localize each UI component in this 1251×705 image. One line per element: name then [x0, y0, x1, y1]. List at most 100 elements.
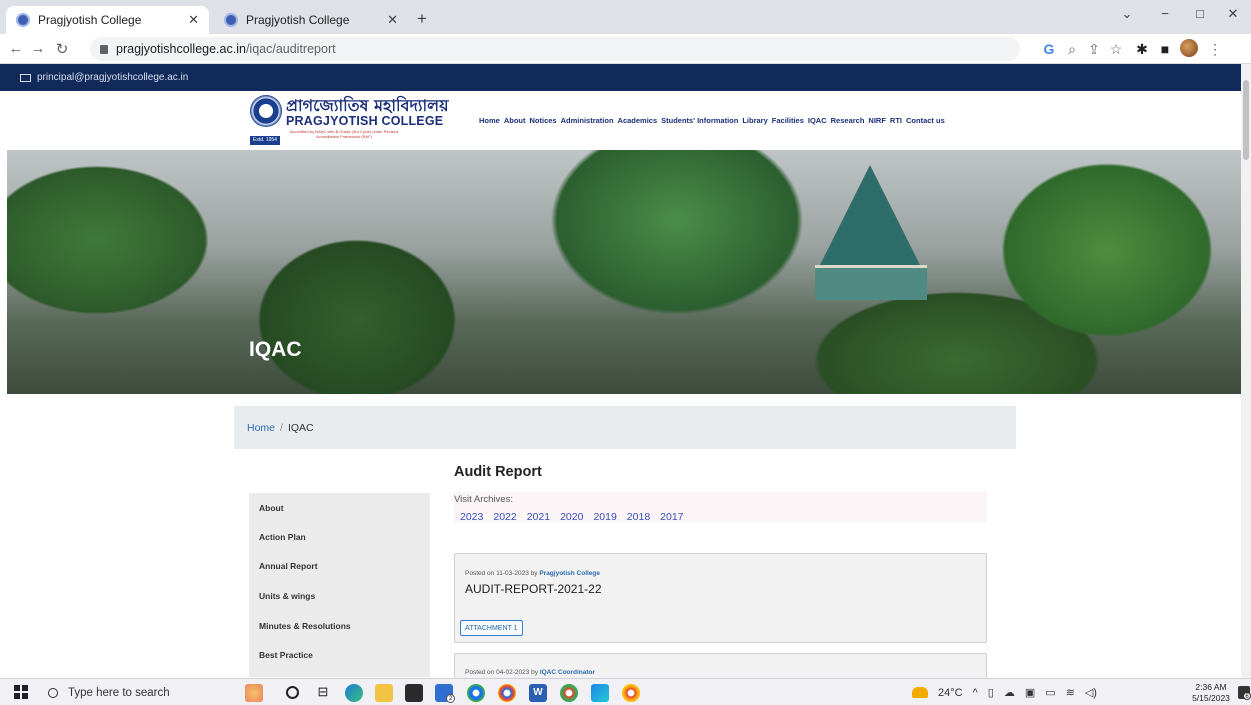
taskbar-search-input[interactable]: Type here to search	[44, 682, 229, 703]
nav-library[interactable]: Library	[742, 116, 767, 125]
college-emblem-icon[interactable]	[250, 95, 282, 127]
attachment-button[interactable]: ATTACHMENT 1	[460, 620, 523, 636]
post-date: Posted on 11-03-2023 by	[465, 570, 540, 577]
post-title: AUDIT-REPORT-2021-22	[465, 582, 602, 596]
url-input[interactable]: pragjyotishcollege.ac.in/iqac/auditrepor…	[90, 37, 1020, 61]
profile-avatar[interactable]	[1180, 39, 1198, 57]
address-bar-row: ← → ↻ pragjyotishcollege.ac.in/iqac/audi…	[0, 34, 1251, 64]
browser-tab-active[interactable]: Pragjyotish College ✕	[6, 6, 209, 34]
tray-expand-icon[interactable]: ^	[973, 687, 978, 699]
nav-home[interactable]: Home	[479, 116, 500, 125]
chrome-icon[interactable]	[498, 684, 516, 702]
zoom-icon[interactable]: ⌕	[1063, 41, 1081, 58]
nav-administration[interactable]: Administration	[561, 116, 614, 125]
nav-facilities[interactable]: Facilities	[772, 116, 804, 125]
chrome-profile-icon[interactable]	[467, 684, 485, 702]
post-author-link[interactable]: IQAC Coordinator	[540, 669, 595, 676]
search-icon	[48, 687, 58, 698]
college-favicon-icon	[16, 13, 30, 27]
logo-english-name[interactable]: PRAGJYOTISH COLLEGE	[286, 114, 443, 128]
side-item-annual-report[interactable]: Annual Report	[259, 561, 318, 571]
mail-icon	[20, 73, 31, 82]
weather-temp[interactable]: 24°C	[938, 687, 963, 699]
share-icon[interactable]: ⇪	[1085, 41, 1103, 58]
site-top-bar: principal@pragjyotishcollege.ac.in	[0, 64, 1241, 91]
chrome-icon-3[interactable]	[622, 684, 640, 702]
nav-notices[interactable]: Notices	[530, 116, 557, 125]
archive-year-link[interactable]: 2020	[560, 511, 583, 523]
college-favicon-icon	[224, 13, 238, 27]
nav-students-information[interactable]: Students' Information	[661, 116, 738, 125]
archives-label: Visit Archives:	[454, 494, 513, 505]
main-nav: Home About Notices Administration Academ…	[479, 116, 945, 125]
clock-time: 2:36 AM	[1195, 682, 1227, 692]
archive-year-link[interactable]: 2018	[627, 511, 650, 523]
scrollbar-thumb[interactable]	[1243, 80, 1249, 160]
nav-contact-us[interactable]: Contact us	[906, 116, 945, 125]
hero-banner-image	[7, 150, 1241, 394]
news-widget-icon[interactable]	[245, 684, 263, 702]
store-icon[interactable]	[405, 684, 423, 702]
tray-device-icon[interactable]: ▯	[988, 686, 994, 699]
new-tab-button[interactable]: +	[417, 9, 427, 29]
tray-wifi-icon[interactable]: ≋	[1066, 686, 1075, 699]
tray-app-icon[interactable]: ▣	[1025, 686, 1035, 699]
nav-iqac[interactable]: IQAC	[808, 116, 827, 125]
archive-year-link[interactable]: 2019	[593, 511, 616, 523]
taskbar-clock[interactable]: 2:36 AM 5/15/2023	[1188, 682, 1234, 704]
contact-email[interactable]: principal@pragjyotishcollege.ac.in	[37, 72, 188, 83]
more-menu-icon[interactable]: ⋮	[1206, 41, 1224, 58]
post-card: Posted on 11-03-2023 by Pragjyotish Coll…	[454, 553, 987, 643]
forward-arrow-icon[interactable]: →	[28, 40, 48, 57]
system-tray: 24°C ^ ▯ ☁ ▣ ▭ ≋ ◁)	[912, 686, 1097, 699]
bookmark-star-icon[interactable]: ☆	[1107, 41, 1125, 58]
tray-onedrive-icon[interactable]: ☁	[1004, 686, 1015, 699]
task-view-icon[interactable]: ⊟	[314, 684, 332, 702]
tab-close-icon[interactable]: ✕	[188, 12, 199, 28]
archive-year-link[interactable]: 2017	[660, 511, 683, 523]
browser-tab[interactable]: Pragjyotish College ✕	[214, 6, 408, 34]
hero-building-roof	[820, 165, 920, 265]
nav-about[interactable]: About	[504, 116, 526, 125]
tab-close-icon[interactable]: ✕	[387, 12, 398, 28]
side-item-about[interactable]: About	[259, 503, 284, 513]
tab-title: Pragjyotish College	[38, 13, 142, 27]
url-path: /iqac/auditreport	[245, 42, 336, 56]
logo-tagline: Accredited by NAAC with B Grade (3rd Cyc…	[289, 129, 399, 139]
nav-nirf[interactable]: NIRF	[868, 116, 886, 125]
post-meta: Posted on 04-02-2023 by IQAC Coordinator	[465, 669, 595, 676]
notification-count-badge: 6	[1243, 692, 1251, 700]
photos-icon[interactable]	[591, 684, 609, 702]
breadcrumb-home-link[interactable]: Home	[247, 422, 275, 434]
reload-icon[interactable]: ↻	[52, 40, 72, 58]
archive-year-link[interactable]: 2023	[460, 511, 483, 523]
close-window-button[interactable]: ✕	[1211, 6, 1251, 28]
side-panel-icon[interactable]: ■	[1156, 41, 1174, 57]
nav-academics[interactable]: Academics	[618, 116, 658, 125]
side-item-units-wings[interactable]: Units & wings	[259, 591, 315, 601]
lock-icon	[100, 44, 108, 54]
edge-icon[interactable]	[345, 684, 363, 702]
word-icon[interactable]: W	[529, 684, 547, 702]
breadcrumb-separator: /	[280, 421, 283, 434]
nav-research[interactable]: Research	[831, 116, 865, 125]
post-author-link[interactable]: Pragjyotish College	[539, 570, 600, 577]
tray-volume-icon[interactable]: ◁)	[1085, 686, 1097, 699]
archive-year-link[interactable]: 2021	[527, 511, 550, 523]
cortana-icon[interactable]	[286, 686, 299, 699]
chrome-icon-2[interactable]	[560, 684, 578, 702]
file-explorer-icon[interactable]	[375, 684, 393, 702]
windows-start-icon[interactable]	[14, 685, 28, 699]
side-item-action-plan[interactable]: Action Plan	[259, 532, 306, 542]
archive-year-link[interactable]: 2022	[493, 511, 516, 523]
google-icon[interactable]: G	[1040, 41, 1058, 57]
hero-title: IQAC	[249, 338, 302, 361]
side-item-best-practice[interactable]: Best Practice	[259, 650, 313, 660]
hero-building-cupola	[815, 265, 927, 300]
side-item-minutes-resolutions[interactable]: Minutes & Resolutions	[259, 621, 351, 631]
extensions-icon[interactable]: ✱	[1133, 41, 1151, 58]
nav-rti[interactable]: RTI	[890, 116, 902, 125]
search-placeholder: Type here to search	[68, 686, 170, 699]
back-arrow-icon[interactable]: ←	[6, 40, 26, 57]
tray-battery-icon[interactable]: ▭	[1045, 686, 1055, 699]
